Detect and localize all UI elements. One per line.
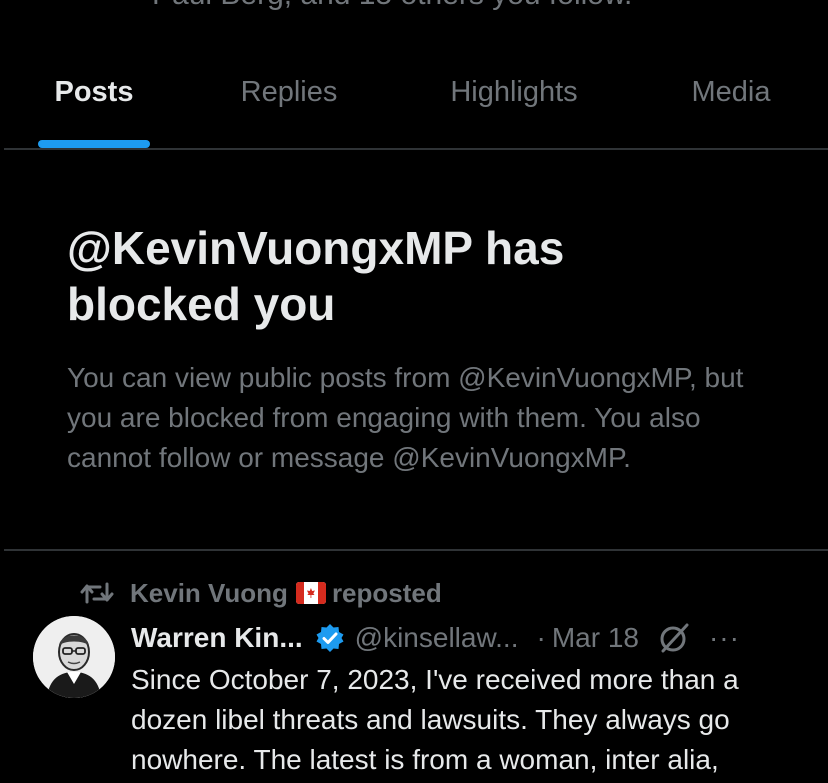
avatar-portrait-image [33,616,115,698]
repost-context[interactable]: Kevin Vuong reposted [80,575,442,611]
post-text[interactable]: Since October 7, 2023, I've received mor… [131,660,811,780]
reposter-name: Kevin Vuong [130,577,288,608]
post-header: Warren Kin... @kinsellaw... · Mar 18 ··· [131,618,801,658]
section-divider [4,549,828,551]
followers-you-know-text[interactable]: Paul Berg, and 15 others you follow. [152,0,632,12]
grok-icon[interactable] [657,621,691,655]
tab-label: Posts [54,76,134,108]
separator-dot: · [536,622,546,653]
author-avatar[interactable] [33,616,115,698]
tab-label: Replies [240,76,338,108]
active-tab-indicator [38,140,150,148]
profile-page: Paul Berg, and 15 others you follow. Pos… [0,0,828,783]
verified-badge-icon[interactable] [315,623,345,653]
tab-label: Media [691,76,771,108]
blocked-title: @KevinVuongxMP has blocked you [67,222,565,330]
more-icon[interactable]: ··· [709,622,740,654]
profile-tabs: Posts Replies Highlights Media [0,56,828,149]
tab-highlights[interactable]: Highlights [430,56,598,149]
tab-label: Highlights [450,76,578,108]
blocked-description: You can view public posts from @KevinVuo… [67,362,744,473]
canada-flag-icon [295,582,326,604]
tabs-divider [4,148,828,150]
tab-posts[interactable]: Posts [38,56,150,149]
tab-replies[interactable]: Replies [222,56,356,149]
author-name[interactable]: Warren Kin... [131,622,303,654]
author-handle[interactable]: @kinsellaw... [355,622,519,654]
post-date[interactable]: Mar 18 [552,622,639,654]
repost-label: reposted [331,577,442,608]
tab-media[interactable]: Media [674,56,788,149]
repost-icon [80,582,114,604]
